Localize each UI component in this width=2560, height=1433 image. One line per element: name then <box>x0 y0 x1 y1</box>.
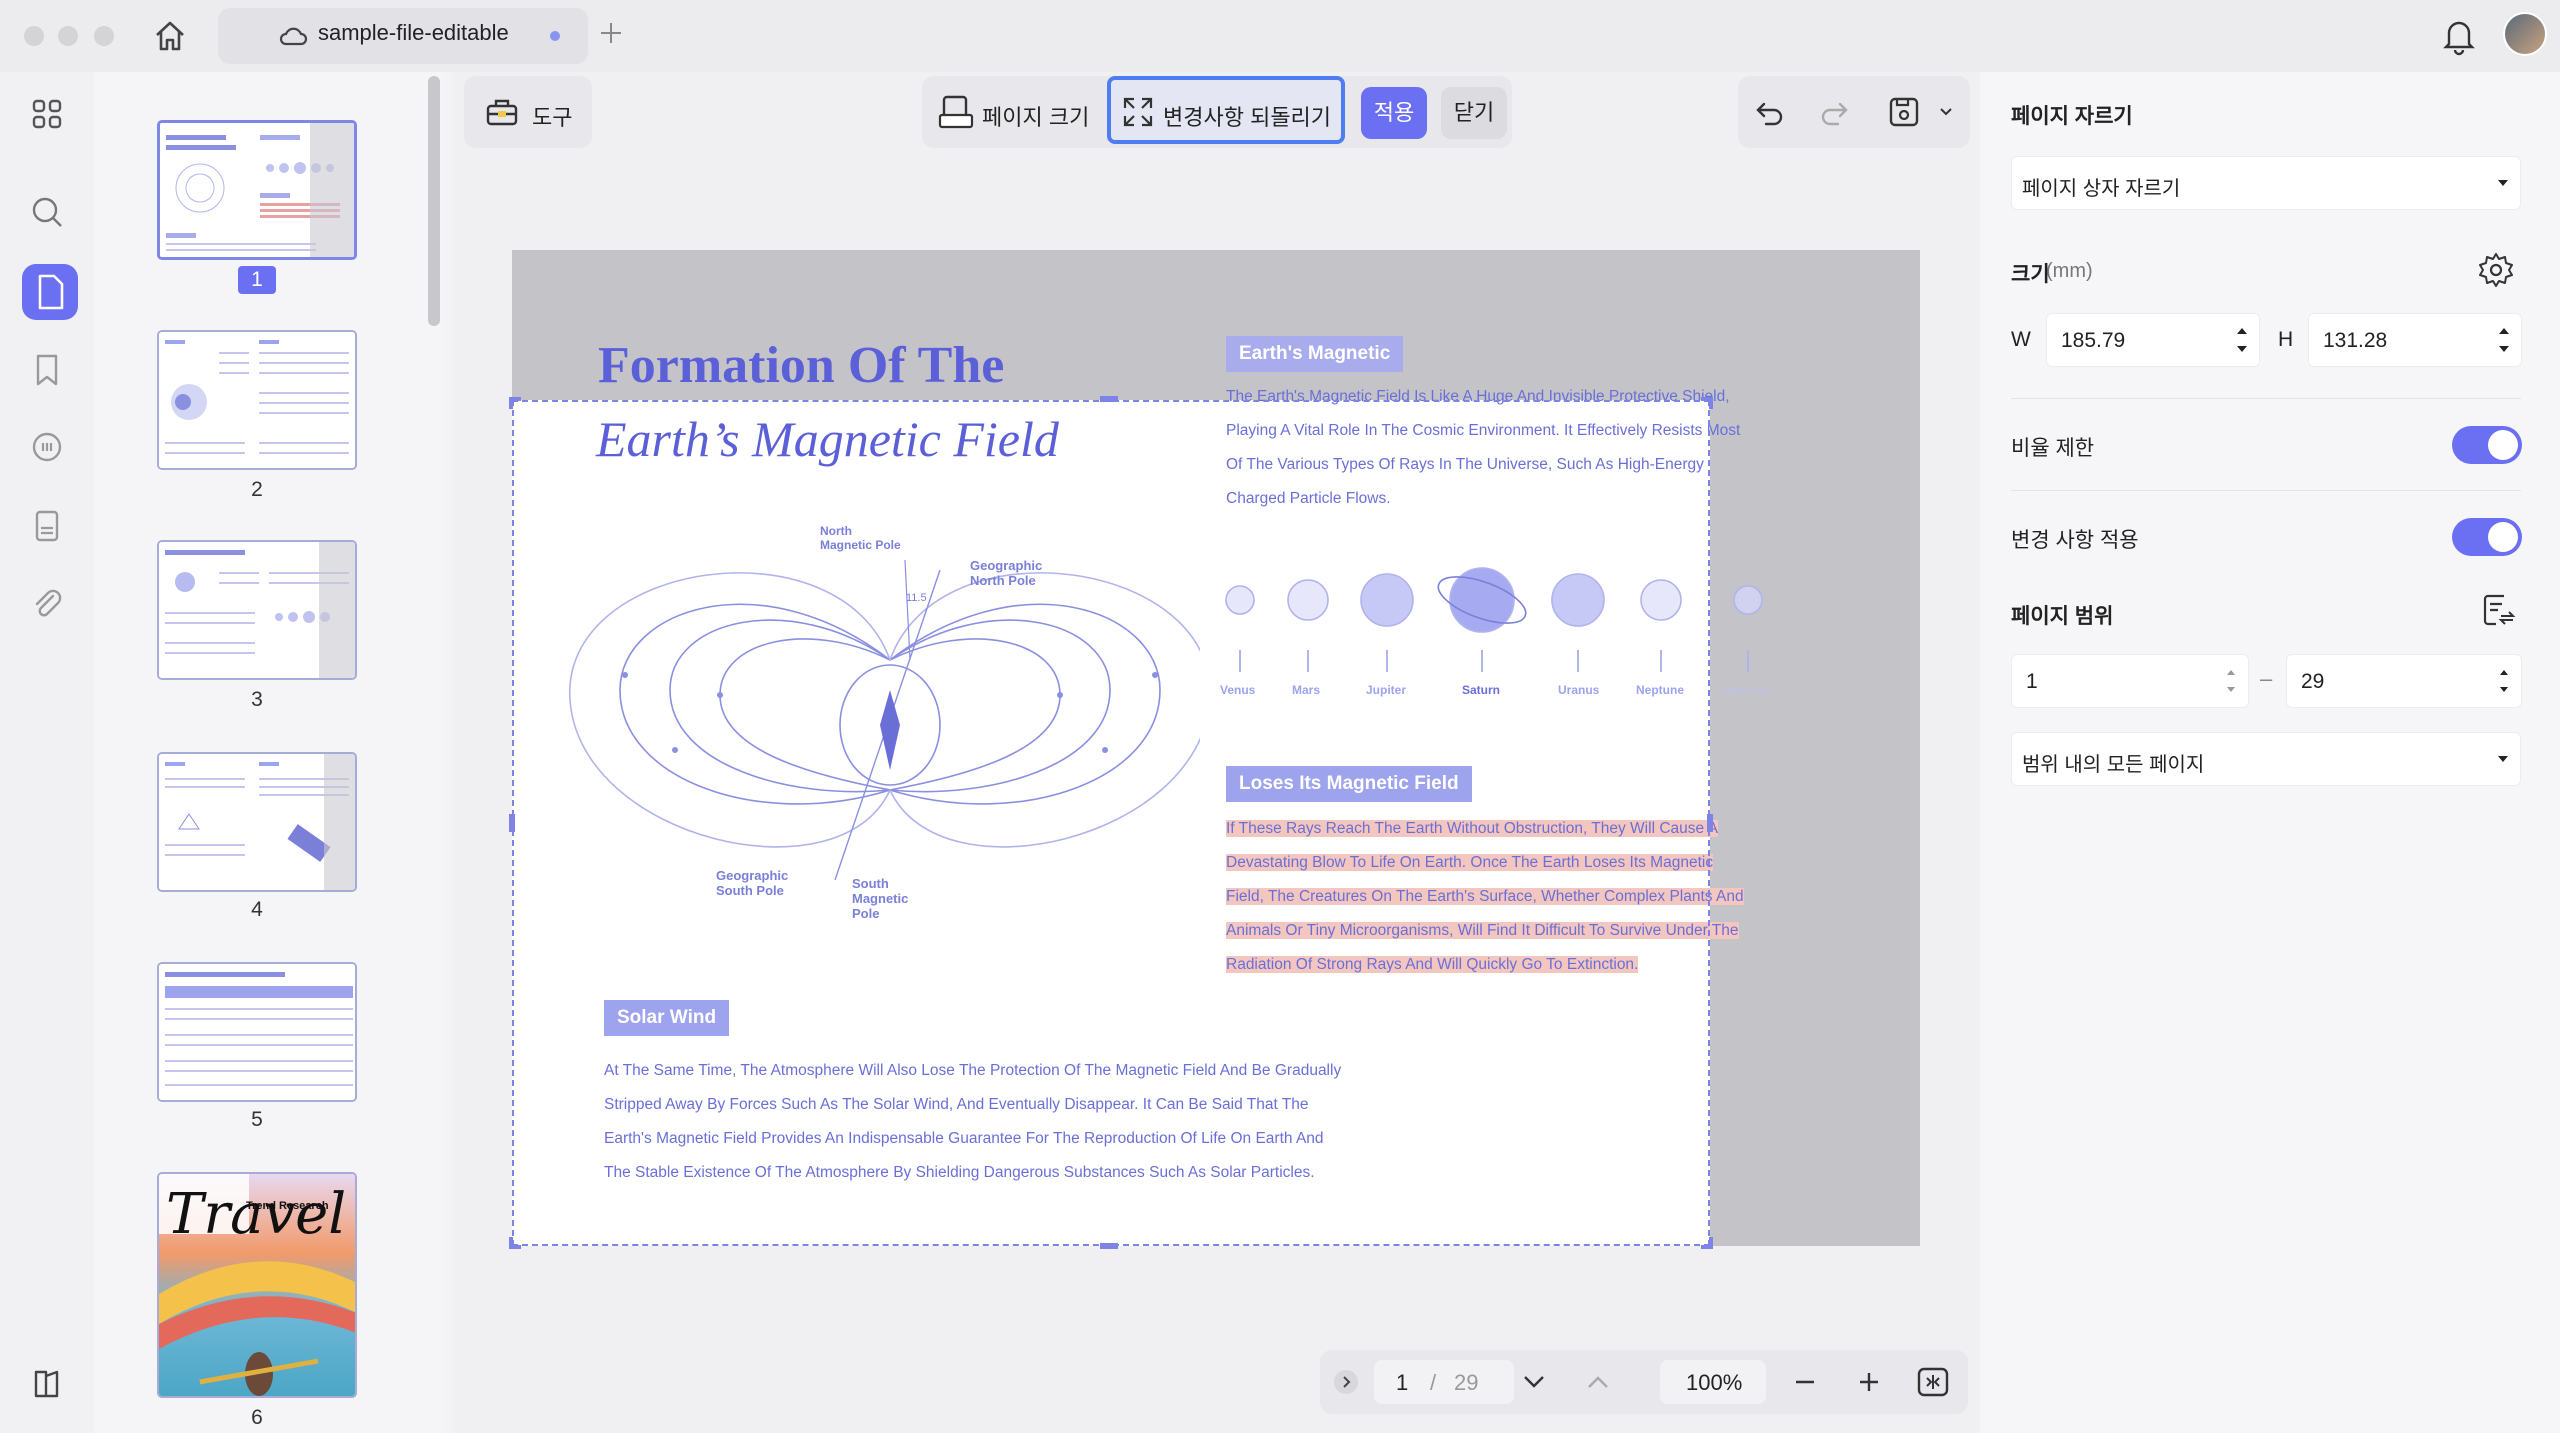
ratio-lock-label: 비율 제한 <box>2011 437 2095 460</box>
zoom-out-icon[interactable] <box>1790 1368 1820 1396</box>
crop-panel-title: 페이지 자르기 <box>2011 105 2133 128</box>
thumbnail-page-2[interactable] <box>157 330 357 470</box>
new-tab-icon[interactable] <box>598 20 624 46</box>
thumbnail-number-3: 3 <box>251 688 263 711</box>
thumbnail-number-2: 2 <box>251 478 263 501</box>
attachment-icon[interactable] <box>23 580 71 628</box>
crop-handle-bottom-left[interactable] <box>509 1237 521 1249</box>
range-to-input[interactable]: 29 <box>2286 654 2522 708</box>
crop-mode-value: 페이지 상자 자르기 <box>2022 178 2181 200</box>
thumbnail-number-1: 1 <box>238 266 276 294</box>
crop-handle-top-right[interactable] <box>1701 397 1713 409</box>
page-size-icon <box>938 93 974 131</box>
crop-handle-bottom[interactable] <box>1100 1243 1118 1249</box>
tab-title: sample-file-editable <box>318 20 509 45</box>
unsaved-dot <box>550 31 560 41</box>
range-to-stepper-icon[interactable] <box>2497 662 2511 700</box>
divider <box>2011 398 2521 399</box>
crop-handle-top-left[interactable] <box>509 397 521 409</box>
thumbnail-page-5[interactable] <box>157 962 357 1102</box>
toolbox-icon <box>484 94 520 130</box>
thumbnail-number-5: 5 <box>251 1108 263 1131</box>
page-size-button[interactable]: 페이지 크기 <box>982 100 1089 132</box>
range-from-input[interactable]: 1 <box>2011 654 2249 708</box>
zoom-level: 100% <box>1686 1370 1743 1395</box>
current-page: 1 <box>1396 1370 1409 1395</box>
height-input[interactable]: 131.28 <box>2308 313 2522 367</box>
thumbnail-number-4: 4 <box>251 898 263 921</box>
section-earths-magnetic: Earth's Magnetic <box>1226 336 1404 372</box>
avatar[interactable] <box>2503 12 2547 56</box>
range-scope-select[interactable]: 범위 내의 모든 페이지 <box>2011 732 2521 786</box>
bell-icon[interactable] <box>2440 16 2478 56</box>
crop-box[interactable] <box>512 400 1710 1246</box>
save-dropdown-chevron-icon[interactable] <box>1938 104 1954 120</box>
next-page-chevron-down-icon[interactable] <box>1518 1368 1550 1396</box>
crop-handle-bottom-right[interactable] <box>1701 1237 1713 1249</box>
redo-icon[interactable] <box>1816 94 1852 130</box>
crop-handle-top[interactable] <box>1100 396 1118 402</box>
ratio-lock-toggle[interactable] <box>2452 426 2522 464</box>
crop-handle-left[interactable] <box>509 814 515 832</box>
page-separator: / <box>1430 1370 1437 1395</box>
apps-grid-icon[interactable] <box>23 90 71 138</box>
crop-mode-dropdown-icon <box>2496 176 2510 190</box>
crop-mode-select[interactable]: 페이지 상자 자르기 <box>2011 156 2521 210</box>
page-icon <box>26 268 74 316</box>
thumbnail-page-1[interactable] <box>157 120 357 260</box>
size-label: 크기 <box>2011 263 2050 286</box>
save-icon[interactable] <box>1886 94 1922 130</box>
thumbnail-scrollbar[interactable] <box>428 76 440 326</box>
tools-label: 도구 <box>532 105 573 130</box>
size-settings-gear-icon[interactable] <box>2476 250 2516 290</box>
fit-page-icon[interactable] <box>1916 1366 1950 1398</box>
thumbnail-page-3[interactable] <box>157 540 357 680</box>
crop-handle-right[interactable] <box>1707 814 1713 832</box>
thumbnail-6-title: Travel <box>166 1182 347 1247</box>
range-separator: – <box>2260 666 2273 691</box>
apply-changes-label: 변경 사항 적용 <box>2011 529 2139 552</box>
size-unit: (mm) <box>2046 260 2093 282</box>
comment-icon[interactable] <box>23 424 71 472</box>
sidebar-toggle-icon[interactable] <box>23 1360 71 1408</box>
thumbnail-number-6: 6 <box>251 1406 263 1429</box>
total-pages: 29 <box>1454 1370 1479 1395</box>
apply-button[interactable]: 적용 <box>1361 87 1427 139</box>
range-scope-value: 범위 내의 모든 페이지 <box>2022 754 2205 776</box>
window-minimize-button[interactable] <box>58 26 78 46</box>
zoom-in-icon[interactable] <box>1854 1368 1884 1396</box>
page-range-label: 페이지 범위 <box>2011 605 2114 628</box>
form-icon[interactable] <box>23 502 71 550</box>
window-close-button[interactable] <box>24 26 44 46</box>
cloud-icon <box>278 22 308 50</box>
revert-changes-label: 변경사항 되돌리기 <box>1163 105 1332 130</box>
planet-label-mercury: Mercury <box>1724 683 1771 697</box>
range-scope-dropdown-icon <box>2496 752 2510 766</box>
width-stepper-icon[interactable] <box>2234 320 2250 360</box>
undo-icon[interactable] <box>1752 94 1788 130</box>
bookmark-icon[interactable] <box>23 346 71 394</box>
width-input[interactable]: 185.79 <box>2046 313 2260 367</box>
height-stepper-icon[interactable] <box>2496 320 2512 360</box>
close-button[interactable]: 닫기 <box>1441 87 1507 139</box>
divider <box>2011 490 2521 491</box>
width-label: W <box>2011 328 2031 351</box>
home-icon[interactable] <box>152 18 188 54</box>
page-number-field[interactable] <box>1374 1360 1514 1404</box>
expand-arrows-icon <box>1122 96 1154 128</box>
doc-title-line1: Formation Of The <box>598 337 1005 394</box>
expand-nav-button[interactable] <box>1334 1370 1358 1394</box>
range-from-stepper-icon[interactable] <box>2224 662 2238 700</box>
search-icon[interactable] <box>23 188 71 236</box>
thumbnail-6-subtitle: Trend Research <box>246 1200 329 1212</box>
thumbnail-page-4[interactable] <box>157 752 357 892</box>
page-range-swap-icon[interactable] <box>2478 590 2518 630</box>
window-zoom-button[interactable] <box>94 26 114 46</box>
prev-page-chevron-up-icon[interactable] <box>1582 1368 1614 1396</box>
apply-changes-toggle[interactable] <box>2452 518 2522 556</box>
height-label: H <box>2278 328 2294 351</box>
